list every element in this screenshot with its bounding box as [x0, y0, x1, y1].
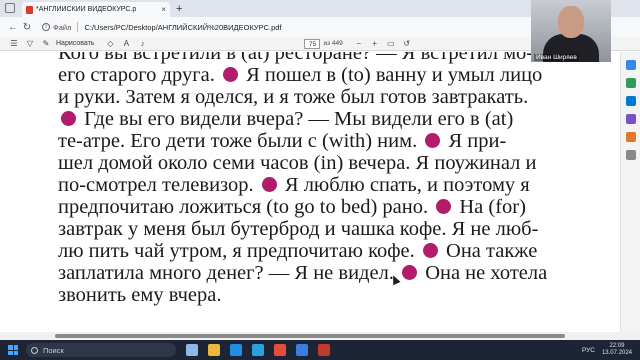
- clock-time: 22:09: [609, 343, 625, 349]
- games-icon[interactable]: [625, 114, 636, 124]
- bullet-marker: [222, 67, 238, 82]
- taskbar-search[interactable]: Поиск: [26, 343, 176, 357]
- site-info-chip[interactable]: i Файл: [42, 23, 71, 32]
- file-label: Файл: [53, 22, 72, 32]
- telegram-icon[interactable]: [252, 344, 264, 356]
- zoom-out-icon[interactable]: −: [353, 39, 365, 48]
- page-total: из 449: [323, 40, 343, 47]
- search-placeholder: Поиск: [43, 345, 64, 355]
- text-line: шел домой около семи часов (in) вечера. …: [58, 152, 537, 174]
- browser-tab[interactable]: *АНГЛИЙСКИЙ ВИДЕОКУРС.р ×: [22, 2, 170, 17]
- edge-icon[interactable]: [230, 344, 242, 356]
- pdf-icon: [26, 5, 33, 14]
- text-line: его старого друга. Я пошел в (to) ванну …: [58, 64, 543, 86]
- text-line: лю пить чай утром, я предпочитаю кофе. О…: [58, 240, 538, 262]
- zoom-in-icon[interactable]: +: [369, 39, 381, 48]
- tab-actions-icon[interactable]: [5, 3, 15, 13]
- scrollbar-thumb[interactable]: [55, 334, 565, 338]
- bullet-marker: [261, 177, 277, 192]
- divider: [77, 22, 79, 32]
- bullet-marker: [402, 265, 418, 280]
- fit-page-icon[interactable]: ▭: [385, 39, 397, 48]
- text-line: Где вы его видели вчера? — Мы видели его…: [58, 108, 618, 130]
- text-line: завтрак у меня был бутерброд и чашка коф…: [58, 218, 539, 240]
- back-icon[interactable]: ←: [6, 22, 20, 33]
- presenter-head: [558, 6, 584, 38]
- horizontal-scrollbar[interactable]: [0, 332, 640, 340]
- system-tray: РУС 22:09 13.07.2024: [582, 343, 640, 357]
- highlight-icon[interactable]: ▽: [24, 39, 36, 48]
- office-icon[interactable]: [625, 132, 636, 142]
- language-indicator[interactable]: РУС: [582, 347, 595, 354]
- search-icon: [31, 346, 38, 354]
- page-text: Кого вы встретили в (at) ресторане? — Я …: [58, 52, 618, 306]
- app-icon[interactable]: [274, 344, 286, 356]
- read-aloud-icon[interactable]: ♪: [136, 39, 148, 48]
- text-line: предпочитаю ложиться (to go to bed) рано…: [58, 196, 526, 218]
- add-sidebar-icon[interactable]: [625, 150, 636, 160]
- app-icon-2[interactable]: [296, 344, 308, 356]
- text-line: и руки. Затем я оделся, и я тоже был гот…: [58, 86, 529, 108]
- text-icon[interactable]: A: [120, 39, 132, 48]
- contents-icon[interactable]: ☰: [8, 39, 20, 48]
- eraser-icon[interactable]: ◇: [104, 39, 116, 48]
- bullet-marker: [436, 199, 452, 214]
- task-view-icon[interactable]: [186, 344, 198, 356]
- browser-sidebar: [620, 52, 640, 332]
- close-tab-icon[interactable]: ×: [161, 5, 166, 14]
- refresh-icon[interactable]: ↻: [20, 22, 34, 33]
- bullet-marker: [61, 111, 76, 126]
- rotate-icon[interactable]: ↺: [401, 39, 413, 48]
- webcam-overlay: Иван Ширяев: [531, 0, 611, 62]
- bullet-marker: [422, 243, 438, 258]
- page-number-input[interactable]: 75: [304, 38, 321, 49]
- text-line: те-атре. Его дети тоже были с (with) ним…: [58, 130, 507, 152]
- url-field[interactable]: C:/Users/PC/Desktop/АНГЛИЙСКИЙ%20ВИДЕОКУ…: [84, 23, 281, 32]
- bullet-marker: [425, 133, 441, 148]
- windows-taskbar: Поиск РУС 22:09 13.07.2024: [0, 340, 640, 360]
- file-explorer-icon[interactable]: [208, 344, 220, 356]
- copilot-icon[interactable]: [625, 60, 636, 70]
- draw-icon[interactable]: ✎: [40, 39, 52, 48]
- start-icon[interactable]: [8, 345, 18, 355]
- pdf-page[interactable]: Кого вы встретили в (at) ресторане? — Я …: [0, 52, 640, 332]
- text-line: заплатила много денег? — Я не видел. Она…: [58, 262, 548, 284]
- info-icon: i: [42, 23, 50, 31]
- presenter-name: Иван Ширяев: [534, 54, 579, 61]
- draw-button[interactable]: Нарисовать: [56, 40, 94, 47]
- clock[interactable]: 22:09 13.07.2024: [602, 343, 632, 357]
- text-line: звонить ему вчера.: [58, 284, 222, 306]
- shopping-icon[interactable]: [625, 78, 636, 88]
- tab-title: *АНГЛИЙСКИЙ ВИДЕОКУРС.р: [36, 6, 137, 13]
- new-tab-button[interactable]: +: [176, 3, 182, 15]
- recorder-icon[interactable]: [318, 344, 330, 356]
- clock-date: 13.07.2024: [601, 350, 632, 356]
- outlook-icon[interactable]: [625, 96, 636, 106]
- text-line: по-смотрел телевизор. Я люблю спать, и п…: [58, 174, 530, 196]
